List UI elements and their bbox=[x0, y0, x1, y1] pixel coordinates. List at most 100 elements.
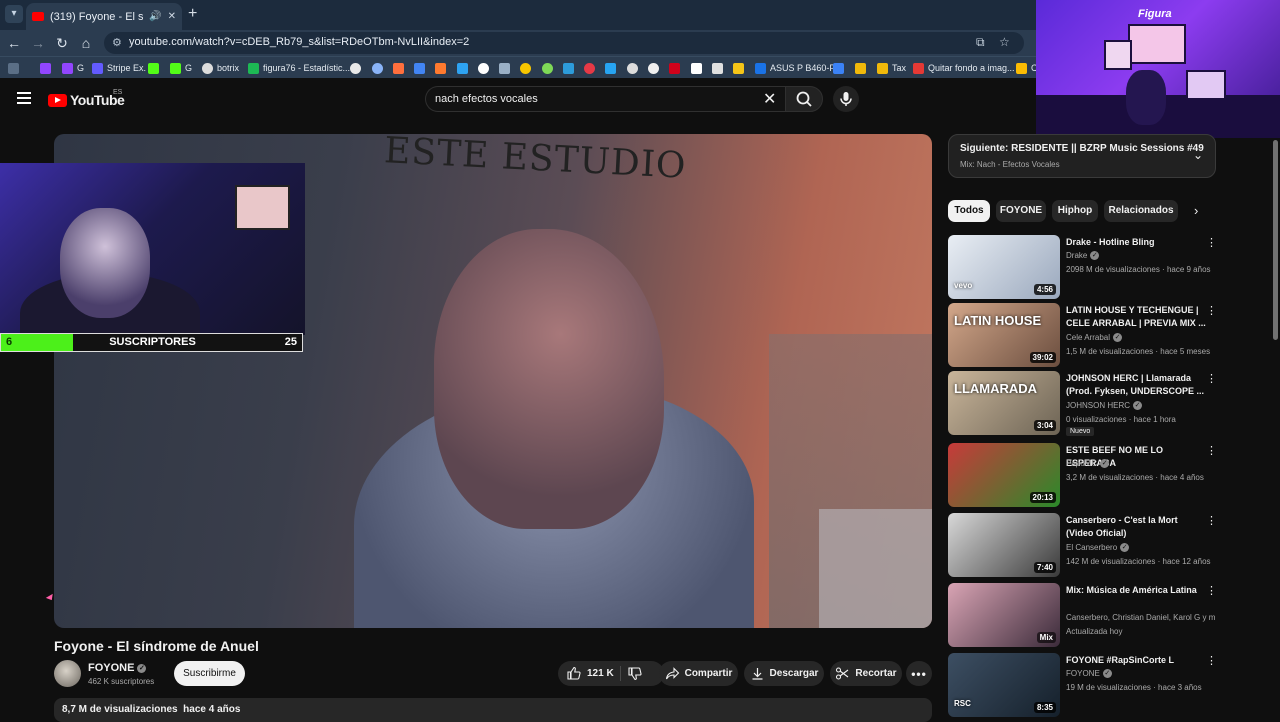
bookmark-item[interactable]: figura76 - Estadístic... bbox=[248, 60, 350, 76]
bookmark-item[interactable] bbox=[457, 60, 468, 76]
bookmark-item[interactable] bbox=[542, 60, 553, 76]
chip-hiphop[interactable]: Hiphop bbox=[1052, 200, 1098, 222]
clear-search-icon[interactable]: ✕ bbox=[763, 89, 776, 109]
speaker-icon[interactable]: 🔊 bbox=[149, 11, 161, 22]
chip-todos[interactable]: Todos bbox=[948, 200, 990, 222]
more-vertical-icon[interactable]: ⋮ bbox=[1206, 584, 1217, 597]
search-input[interactable]: nach efectos vocales ✕ bbox=[425, 86, 785, 112]
video-thumbnail[interactable]: 20:13 bbox=[948, 443, 1060, 507]
menu-icon[interactable] bbox=[17, 92, 31, 104]
playlist-next-box[interactable]: Siguiente: RESIDENTE || BZRP Music Sessi… bbox=[948, 134, 1216, 178]
recommended-video[interactable]: 7:40 Canserbero - C'est la Mort (Video Of… bbox=[948, 513, 1238, 577]
bookmark-item[interactable] bbox=[435, 60, 446, 76]
channel-avatar[interactable] bbox=[54, 660, 81, 687]
clip-button[interactable]: Recortar bbox=[830, 661, 902, 686]
url-field[interactable]: ⚙ youtube.com/watch?v=cDEB_Rb79_s&list=R… bbox=[104, 32, 1024, 54]
youtube-favicon-icon bbox=[32, 12, 44, 21]
bookmark-item[interactable] bbox=[350, 60, 361, 76]
video-thumbnail[interactable]: RSC 8:35 bbox=[948, 653, 1060, 717]
install-app-icon[interactable]: ⧉ bbox=[976, 35, 985, 50]
share-button[interactable]: Compartir bbox=[659, 661, 738, 686]
download-icon bbox=[752, 668, 763, 680]
bookmark-item[interactable] bbox=[414, 60, 425, 76]
bookmark-item[interactable] bbox=[40, 60, 51, 76]
bookmark-item[interactable] bbox=[669, 60, 680, 76]
wall-graffiti: ESTE ESTUDIO bbox=[383, 134, 688, 187]
close-tab-icon[interactable]: ✕ bbox=[168, 11, 176, 22]
more-vertical-icon[interactable]: ⋮ bbox=[1206, 236, 1217, 249]
download-button[interactable]: Descargar bbox=[744, 661, 824, 686]
bookmark-item[interactable] bbox=[520, 60, 531, 76]
video-thumbnail[interactable]: Mix bbox=[948, 583, 1060, 647]
more-vertical-icon[interactable]: ⋮ bbox=[1206, 654, 1217, 667]
recommended-meta: Actualizada hoy bbox=[1066, 627, 1123, 636]
bookmark-item[interactable]: botrix bbox=[202, 60, 239, 76]
browser-tab[interactable]: (319) Foyone - El síndrome 🔊 ✕ bbox=[26, 3, 182, 30]
bookmark-star-icon[interactable]: ☆ bbox=[999, 35, 1010, 49]
chevron-right-icon[interactable]: › bbox=[1194, 203, 1198, 218]
like-button[interactable]: 121 K bbox=[566, 666, 614, 681]
bookmark-item[interactable] bbox=[563, 60, 574, 76]
video-thumbnail[interactable]: vevo 4:56 bbox=[948, 235, 1060, 299]
bookmark-item[interactable] bbox=[605, 60, 616, 76]
bookmark-item[interactable]: Stripe Ex. bbox=[92, 60, 146, 76]
bookmark-item[interactable]: G bbox=[170, 60, 192, 76]
recommended-video[interactable]: Mix Mix: Música de América Latina Canserbe… bbox=[948, 583, 1238, 647]
video-thumbnail[interactable]: LLAMARADA 3:04 bbox=[948, 371, 1060, 435]
more-actions-button[interactable]: ••• bbox=[906, 661, 932, 686]
bookmark-item[interactable] bbox=[148, 60, 159, 76]
bookmark-item[interactable] bbox=[627, 60, 638, 76]
dislike-button[interactable] bbox=[627, 666, 642, 684]
bookmark-item[interactable]: G bbox=[62, 60, 84, 76]
recommended-video[interactable]: LLAMARADA 3:04 JOHNSON HERC | Llamarada (P… bbox=[948, 371, 1238, 436]
scrollbar-thumb[interactable] bbox=[1273, 140, 1278, 340]
recommended-video[interactable]: LATIN HOUSE 39:02 LATIN HOUSE Y TECHENGUE … bbox=[948, 303, 1238, 367]
more-vertical-icon[interactable]: ⋮ bbox=[1206, 372, 1217, 385]
bookmark-item[interactable]: C bbox=[1016, 60, 1038, 76]
recommended-video[interactable]: vevo 4:56 Drake - Hotline Bling Drake ✓ 2098 … bbox=[948, 235, 1238, 299]
new-tab-icon[interactable]: + bbox=[188, 6, 197, 22]
chevron-down-icon[interactable]: ⌄ bbox=[1193, 148, 1203, 162]
bookmark-item[interactable] bbox=[733, 60, 744, 76]
chip-relacionados[interactable]: Relacionados bbox=[1104, 200, 1178, 222]
bookmark-item[interactable]: Quitar fondo a imag... bbox=[913, 60, 1015, 76]
bookmark-item[interactable] bbox=[584, 60, 595, 76]
subscribe-button[interactable]: Suscribirme bbox=[174, 661, 245, 686]
bookmark-item[interactable] bbox=[372, 60, 383, 76]
video-thumbnail[interactable]: 7:40 bbox=[948, 513, 1060, 577]
recommended-video[interactable]: RSC 8:35 FOYONE #RapSinCorte L FOYONE ✓ 19 M … bbox=[948, 653, 1238, 717]
apps-icon[interactable] bbox=[8, 60, 19, 76]
bookmark-item[interactable] bbox=[855, 60, 866, 76]
home-icon[interactable]: ⌂ bbox=[77, 34, 95, 52]
bookmark-item[interactable] bbox=[712, 60, 723, 76]
more-vertical-icon[interactable]: ⋮ bbox=[1206, 514, 1217, 527]
recommended-title: Drake - Hotline Bling bbox=[1066, 237, 1155, 247]
bookmark-item[interactable]: Tax bbox=[877, 60, 906, 76]
bookmark-item[interactable] bbox=[833, 60, 844, 76]
video-duration: 20:13 bbox=[1029, 492, 1056, 503]
thumbnail-text: vevo bbox=[954, 281, 973, 290]
bookmark-item[interactable] bbox=[499, 60, 510, 76]
github-icon[interactable] bbox=[648, 60, 659, 76]
site-info-icon[interactable]: ⚙ bbox=[112, 36, 122, 49]
reload-icon[interactable]: ↻ bbox=[53, 34, 71, 52]
forward-icon[interactable]: → bbox=[29, 34, 47, 52]
video-title: Foyone - El síndrome de Anuel bbox=[54, 638, 259, 654]
tab-search-icon[interactable]: ▾ bbox=[5, 5, 23, 23]
verified-icon: ✓ bbox=[1113, 333, 1123, 343]
bookmark-item[interactable] bbox=[478, 60, 489, 76]
more-vertical-icon[interactable]: ⋮ bbox=[1206, 304, 1217, 317]
video-thumbnail[interactable]: LATIN HOUSE 39:02 bbox=[948, 303, 1060, 367]
more-vertical-icon[interactable]: ⋮ bbox=[1206, 444, 1217, 457]
recommended-video[interactable]: 20:13 ESTE BEEF NO ME LO ESPERABA PapoMC ✓ 3… bbox=[948, 443, 1238, 507]
youtube-logo[interactable]: YouTube ES bbox=[48, 89, 125, 108]
voice-search-button[interactable] bbox=[833, 86, 859, 112]
search-button[interactable] bbox=[785, 86, 823, 112]
bookmark-item[interactable] bbox=[691, 60, 702, 76]
bookmark-item[interactable] bbox=[393, 60, 404, 76]
channel-name[interactable]: FOYONE ✓ bbox=[88, 662, 147, 674]
bookmark-item[interactable]: ASUS P B460-P bbox=[755, 60, 835, 76]
chip-foyone[interactable]: FOYONE bbox=[996, 200, 1046, 222]
description-box[interactable]: 8,7 M de visualizaciones hace 4 años bbox=[54, 698, 932, 722]
back-icon[interactable]: ← bbox=[5, 34, 23, 52]
